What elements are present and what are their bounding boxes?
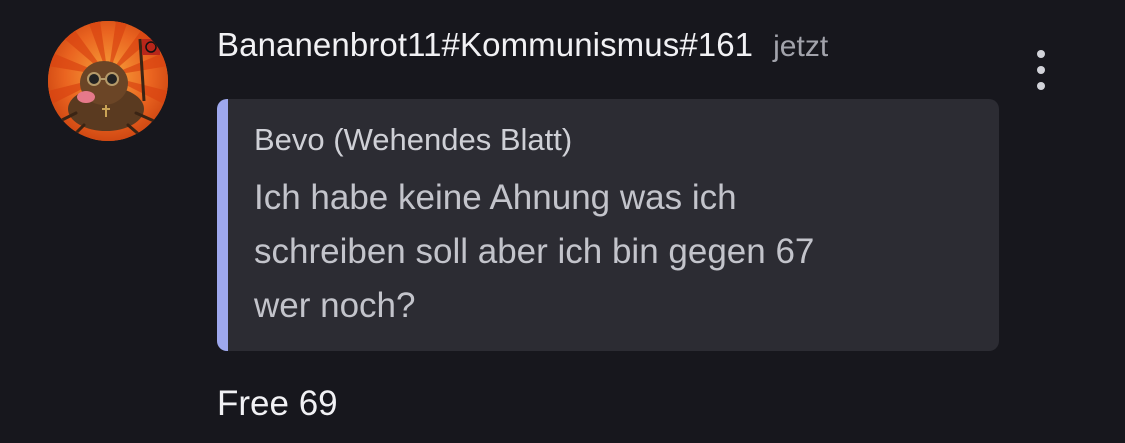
avatar-image [48,21,168,141]
quoted-message[interactable]: Bevo (Wehendes Blatt) Ich habe keine Ahn… [217,99,999,351]
vertical-ellipsis-icon [1037,66,1045,74]
quote-line: Ich habe keine Ahnung was ich [254,178,737,217]
vertical-ellipsis-icon [1037,50,1045,58]
chat-message: Bananenbrot11#Kommunismus#161 jetzt Bevo… [0,0,1125,443]
user-avatar[interactable] [48,21,168,141]
vertical-ellipsis-icon [1037,82,1045,90]
quote-line: schreiben soll aber ich bin gegen 67 [254,232,815,271]
timestamp: jetzt [773,30,829,63]
message-header: Bananenbrot11#Kommunismus#161 jetzt [217,26,828,70]
quote-text: Ich habe keine Ahnung was ich schreiben … [254,171,974,333]
quote-author: Bevo (Wehendes Blatt) [254,122,573,157]
message-body: Free 69 [217,384,338,423]
quote-accent-bar [217,99,228,351]
quote-line: wer noch? [254,286,416,325]
username[interactable]: Bananenbrot11#Kommunismus#161 [217,26,753,64]
more-options-button[interactable] [1024,50,1058,90]
